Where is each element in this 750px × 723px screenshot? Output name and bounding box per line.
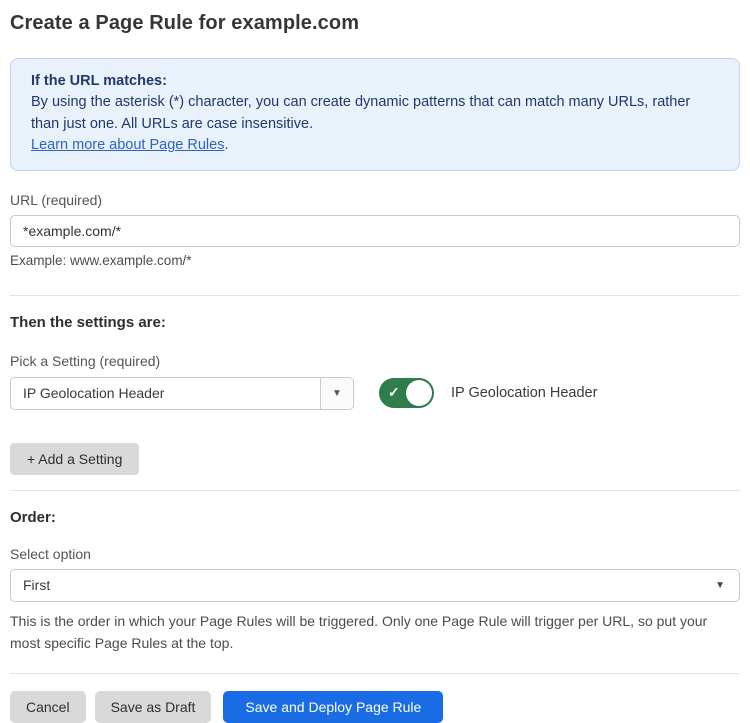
toggle-label: IP Geolocation Header xyxy=(451,385,597,401)
info-box-link-line: Learn more about Page Rules. xyxy=(31,135,719,156)
url-matches-info-box: If the URL matches: By using the asteris… xyxy=(10,58,740,171)
toggle-knob xyxy=(406,380,432,406)
save-as-draft-button[interactable]: Save as Draft xyxy=(95,691,212,723)
divider xyxy=(10,295,740,296)
caret-down-icon: ▼ xyxy=(715,580,725,591)
page-rule-form: Create a Page Rule for example.com If th… xyxy=(0,0,750,723)
dropdown-arrow-button[interactable]: ▼ xyxy=(320,378,353,409)
cancel-button[interactable]: Cancel xyxy=(10,691,86,723)
url-input[interactable] xyxy=(10,215,740,247)
ip-geolocation-toggle[interactable]: ✓ xyxy=(379,378,434,408)
setting-dropdown[interactable]: IP Geolocation Header ▼ xyxy=(10,377,354,410)
divider xyxy=(10,490,740,491)
url-field-label: URL (required) xyxy=(10,192,740,208)
caret-down-icon: ▼ xyxy=(332,388,342,399)
select-option-label: Select option xyxy=(10,546,740,562)
divider xyxy=(10,673,740,674)
save-and-deploy-button[interactable]: Save and Deploy Page Rule xyxy=(223,691,443,723)
checkmark-icon: ✓ xyxy=(388,384,400,401)
footer-actions: Cancel Save as Draft Save and Deploy Pag… xyxy=(10,691,740,723)
add-setting-button[interactable]: + Add a Setting xyxy=(10,443,139,475)
page-title: Create a Page Rule for example.com xyxy=(10,12,740,35)
url-example-helper: Example: www.example.com/* xyxy=(10,253,740,268)
order-select[interactable]: First ▼ xyxy=(10,569,740,602)
info-box-heading: If the URL matches: xyxy=(31,71,719,92)
learn-more-link[interactable]: Learn more about Page Rules xyxy=(31,137,224,153)
order-section-heading: Order: xyxy=(10,509,740,526)
order-helper-text: This is the order in which your Page Rul… xyxy=(10,610,732,655)
pick-setting-label: Pick a Setting (required) xyxy=(10,353,740,369)
setting-dropdown-value: IP Geolocation Header xyxy=(11,378,320,409)
order-select-value: First xyxy=(23,577,50,593)
link-period: . xyxy=(224,137,228,153)
info-box-body: By using the asterisk (*) character, you… xyxy=(31,92,719,135)
setting-row: IP Geolocation Header ▼ ✓ IP Geolocation… xyxy=(10,377,740,410)
settings-section-heading: Then the settings are: xyxy=(10,314,740,331)
